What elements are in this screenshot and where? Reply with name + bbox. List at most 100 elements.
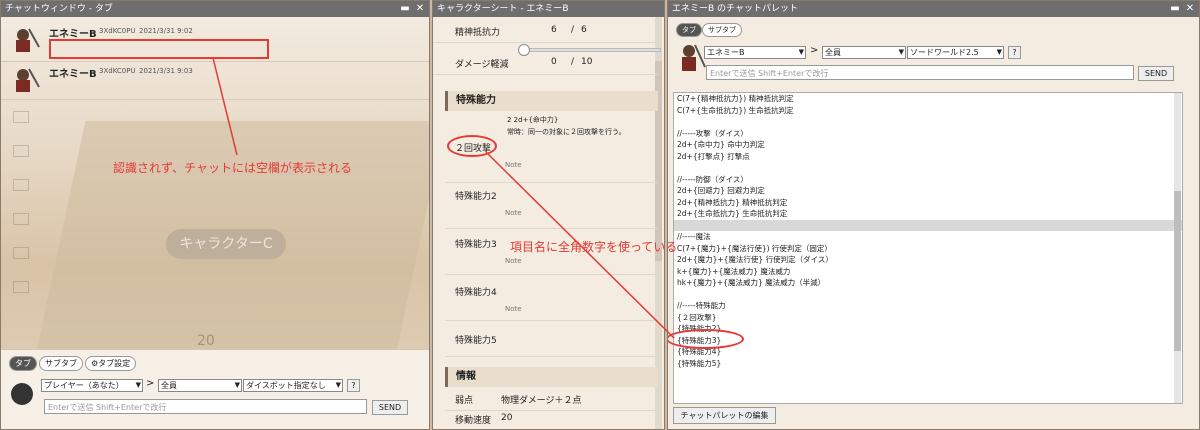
enemy-avatar-icon	[16, 68, 40, 92]
palette-target-select[interactable]: 全員 ▼	[822, 46, 906, 59]
palette-line[interactable]	[674, 289, 1182, 301]
stat-value[interactable]: 6	[551, 25, 557, 35]
palette-titlebar[interactable]: エネミーB のチャットパレット ▬ ✕	[668, 1, 1199, 17]
palette-line[interactable]	[674, 162, 1182, 174]
sheet-title: キャラクターシート - エネミーB	[437, 4, 569, 14]
sender-name: エネミーB	[49, 29, 97, 40]
stat-max[interactable]: 6	[581, 25, 587, 35]
ability-name: 特殊能力3	[455, 240, 497, 250]
palette-line[interactable]: k+{魔力}+{魔法威力} 魔法威力	[674, 266, 1182, 278]
chat-text-input[interactable]: Enterで送信 Shift+Enterで改行	[44, 399, 367, 414]
palette-line[interactable]: 2d+{魔力}+{魔法行使} 行使判定（ダイス）	[674, 254, 1182, 266]
palette-line[interactable]: {２回攻撃}	[674, 312, 1182, 324]
sender-select[interactable]: プレイヤー（あなた） ▼	[41, 379, 143, 392]
info-row-move-speed: 移動速度 20	[445, 407, 658, 429]
palette-line[interactable]: 2d+{打撃点} 打撃点	[674, 151, 1182, 163]
help-button[interactable]: ?	[347, 379, 360, 392]
info-label: 移動速度	[455, 416, 492, 426]
sender-id: 3XdKC0PU	[99, 67, 136, 75]
chat-window-titlebar[interactable]: チャットウィンドウ - タブ ▬ ✕	[1, 1, 429, 17]
palette-line[interactable]: //-----特殊能力	[674, 300, 1182, 312]
tab-subtab[interactable]: サブタブ	[39, 356, 83, 371]
highlight-circle-palette-item	[668, 329, 744, 349]
palette-line[interactable]: //-----防御（ダイス）	[674, 174, 1182, 186]
palette-line[interactable]: //-----攻撃（ダイス）	[674, 128, 1182, 140]
ability-item[interactable]: 特殊能力5	[445, 321, 658, 357]
close-icon[interactable]: ✕	[414, 1, 426, 17]
palette-line[interactable]	[674, 219, 1182, 231]
menu-sidebar-faded	[5, 111, 45, 293]
stat-max[interactable]: 10	[581, 57, 592, 67]
sender-id: 3XdKC0PU	[99, 27, 136, 35]
chevron-down-icon: ▼	[798, 48, 804, 56]
minimize-icon[interactable]: ▬	[1169, 1, 1181, 17]
stat-sep: /	[571, 57, 575, 67]
stat-row-damage-reduction: ダメージ軽減 0 / 10	[433, 51, 658, 75]
info-value[interactable]: 20	[501, 413, 512, 423]
palette-line[interactable]: {特殊能力3}	[674, 335, 1182, 347]
palette-line[interactable]: C(7+{生命抵抗力}) 生命抵抗判定	[674, 105, 1182, 117]
chevron-down-icon: ▼	[898, 48, 904, 56]
stat-label: 精神抵抗力	[455, 28, 501, 38]
palette-line[interactable]: C(7+{精神抵抗力}) 精神抵抗判定	[674, 93, 1182, 105]
annotation-empty-message: 認識されず、チャットには空欄が表示される	[113, 161, 353, 175]
tab-settings-button[interactable]: ⚙タブ設定	[85, 356, 137, 371]
user-avatar-icon	[11, 383, 33, 405]
palette-line[interactable]: 2d+{生命抵抗力} 生命抵抗判定	[674, 208, 1182, 220]
highlight-circle-ability	[447, 135, 497, 157]
sender-name: エネミーB	[49, 69, 97, 80]
ability-item[interactable]: 特殊能力4 Note	[445, 275, 658, 321]
palette-line[interactable]: {特殊能力5}	[674, 358, 1182, 370]
message-timestamp: 2021/3/31 9:02	[139, 27, 193, 35]
palette-line[interactable]: {特殊能力2}	[674, 323, 1182, 335]
message-divider	[1, 99, 429, 100]
palette-send-button[interactable]: SEND	[1138, 66, 1174, 81]
palette-text-input[interactable]: Enterで送信 Shift+Enterで改行	[706, 65, 1134, 80]
stat-sep: /	[571, 25, 575, 35]
palette-line[interactable]: {特殊能力4}	[674, 346, 1182, 358]
chat-window-title: チャットウィンドウ - タブ	[5, 4, 113, 14]
sheet-titlebar[interactable]: キャラクターシート - エネミーB	[433, 1, 664, 17]
highlight-box-empty-message	[49, 39, 269, 59]
character-c-label: キャラクターC	[179, 236, 273, 252]
palette-line[interactable]: C(7+{魔力}+{魔法行使}) 行使判定（固定）	[674, 243, 1182, 255]
info-label: 弱点	[455, 396, 474, 406]
ability-desc: 常時：同一の対象に２回攻撃を行う。	[507, 128, 626, 136]
ability-name: 特殊能力4	[455, 288, 497, 298]
chevron-down-icon: ▼	[135, 381, 141, 389]
minimize-icon[interactable]: ▬	[399, 1, 411, 17]
palette-line[interactable]: hk+{魔力}+{魔法威力} 魔法威力（半減）	[674, 277, 1182, 289]
character-sheet-window: キャラクターシート - エネミーB 精神抵抗力 6 / 6 ダメージ軽減 0 /…	[432, 0, 665, 430]
palette-system-select[interactable]: ソードワールド2.5 ▼	[907, 46, 1004, 59]
edit-chat-palette-button[interactable]: チャットパレットの編集	[673, 407, 776, 424]
palette-line[interactable]	[674, 116, 1182, 128]
ability-name: 特殊能力2	[455, 192, 497, 202]
tab-tab[interactable]: タブ	[9, 356, 37, 371]
sender-select-value: プレイヤー（あなた）	[44, 381, 124, 390]
ability-item[interactable]: 特殊能力2 Note	[445, 183, 658, 229]
palette-character-select[interactable]: エネミーB ▼	[704, 46, 806, 59]
chevron-down-icon: ▼	[234, 381, 240, 389]
stat-value[interactable]: 0	[551, 57, 557, 67]
target-select[interactable]: 全員 ▼	[158, 379, 242, 392]
palette-line[interactable]: 2d+{回避力} 回避力判定	[674, 185, 1182, 197]
close-icon[interactable]: ✕	[1184, 1, 1196, 17]
enemy-avatar-icon	[16, 28, 40, 52]
ability-note: Note	[505, 257, 522, 265]
palette-help-button[interactable]: ?	[1008, 46, 1021, 59]
ability-note: Note	[505, 305, 522, 313]
palette-system-value: ソードワールド2.5	[910, 48, 979, 57]
tab-settings-label: タブ設定	[98, 359, 131, 368]
palette-line[interactable]: //-----魔法	[674, 231, 1182, 243]
palette-tab-subtab[interactable]: サブタブ	[702, 23, 742, 37]
stat-row-mental-resist: 精神抵抗力 6 / 6	[433, 19, 658, 43]
info-value[interactable]: 物理ダメージ＋２点	[501, 393, 582, 406]
palette-line[interactable]: 2d+{精神抵抗力} 精神抵抗判定	[674, 197, 1182, 209]
send-button[interactable]: SEND	[372, 400, 408, 415]
palette-tab-tab[interactable]: タブ	[676, 23, 702, 37]
palette-scrollbar[interactable]	[1174, 191, 1181, 351]
board-number: 20	[197, 333, 215, 349]
dicebot-select[interactable]: ダイスボット指定なし ▼	[243, 379, 343, 392]
palette-command-list[interactable]: C(7+{精神抵抗力}) 精神抵抗判定 C(7+{生命抵抗力}) 生命抵抗判定 /…	[673, 92, 1183, 404]
palette-line[interactable]: 2d+{命中力} 命中力判定	[674, 139, 1182, 151]
